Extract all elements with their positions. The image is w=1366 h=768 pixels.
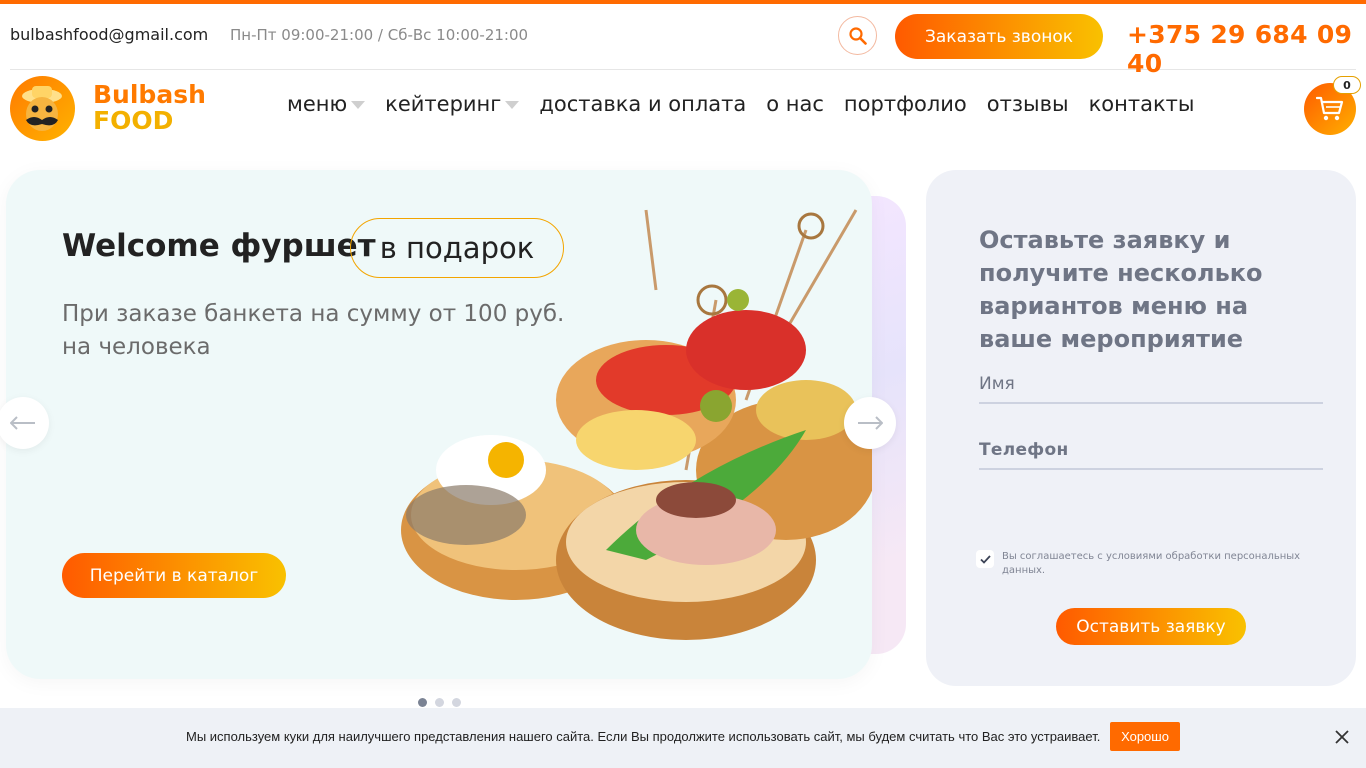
contact-email[interactable]: bulbashfood@gmail.com (10, 25, 208, 44)
cart-count-badge: 0 (1333, 76, 1361, 94)
check-icon (979, 554, 991, 564)
hero-slide: Welcome фуршет в подарок При заказе банк… (6, 170, 872, 679)
arrow-right-icon (858, 416, 883, 430)
slider-dots (418, 698, 461, 707)
name-field[interactable]: Имя (979, 370, 1323, 404)
logo-line2: FOOD (93, 106, 174, 135)
nav-item-reviews[interactable]: отзывы (987, 92, 1069, 116)
cookie-accept-button[interactable]: Хорошо (1110, 722, 1180, 751)
nav-item-catering[interactable]: кейтеринг (385, 92, 520, 116)
cookie-bar: Мы используем куки для наилучшего предст… (0, 708, 1366, 768)
search-button[interactable] (838, 16, 877, 55)
logo-line1: Bulbash (93, 80, 206, 109)
nav-item-portfolio[interactable]: портфолио (844, 92, 967, 116)
main-nav: меню кейтеринг доставка и оплата о нас п… (287, 92, 1194, 116)
nav-item-contacts[interactable]: контакты (1089, 92, 1195, 116)
nav-item-label: портфолио (843, 92, 967, 116)
slider-dot[interactable] (452, 698, 461, 707)
cookie-text: Мы используем куки для наилучшего предст… (186, 729, 1101, 744)
nav-item-label: отзывы (986, 92, 1069, 116)
nav-item-label: доставка и оплата (539, 92, 747, 116)
submit-request-button[interactable]: Оставить заявку (1056, 608, 1246, 645)
nav-item-menu[interactable]: меню (287, 92, 366, 116)
slide-gift-tag: в подарок (350, 218, 564, 278)
nav-item-about[interactable]: о нас (766, 92, 824, 116)
top-bar: bulbashfood@gmail.com Пн-Пт 09:00-21:00 … (10, 4, 1356, 78)
form-heading: Оставьте заявку и получите несколько вар… (979, 226, 1263, 353)
consent-text: Вы соглашаетесь с условиями обработки пе… (1002, 551, 1301, 576)
consent-row: Вы соглашаетесь с условиями обработки пе… (976, 550, 1316, 578)
logo-mascot-icon (10, 76, 75, 141)
working-hours: Пн-Пт 09:00-21:00 / Сб-Вс 10:00-21:00 (230, 26, 529, 44)
nav-item-label: контакты (1088, 92, 1195, 116)
logo-text: Bulbash FOOD (93, 82, 206, 134)
nav-item-label: о нас (766, 92, 824, 116)
slide-title: Welcome фуршет (62, 228, 376, 264)
phone-field[interactable]: Телефон (979, 436, 1323, 470)
slider-dot[interactable] (435, 698, 444, 707)
cart-icon (1316, 96, 1344, 121)
nav-item-label: кейтеринг (385, 92, 502, 116)
search-icon (848, 26, 867, 45)
logo[interactable]: Bulbash FOOD (10, 76, 210, 142)
consent-checkbox[interactable] (976, 550, 994, 568)
close-icon[interactable] (1334, 729, 1350, 745)
go-to-catalog-button[interactable]: Перейти в каталог (62, 553, 286, 598)
caret-down-icon (351, 101, 366, 109)
caret-down-icon (505, 101, 520, 109)
nav-item-delivery[interactable]: доставка и оплата (539, 92, 746, 116)
request-form: Оставьте заявку и получите несколько вар… (926, 170, 1356, 686)
slider-next-button[interactable] (844, 397, 896, 449)
slider-dot[interactable] (418, 698, 427, 707)
arrow-left-icon (10, 416, 35, 430)
slide-subtitle: При заказе банкета на сумму от 100 руб. … (62, 301, 565, 360)
order-call-button[interactable]: Заказать звонок (895, 14, 1103, 59)
phone-number[interactable]: +375 29 684 09 40 (1127, 20, 1356, 78)
nav-item-label: меню (287, 92, 348, 116)
